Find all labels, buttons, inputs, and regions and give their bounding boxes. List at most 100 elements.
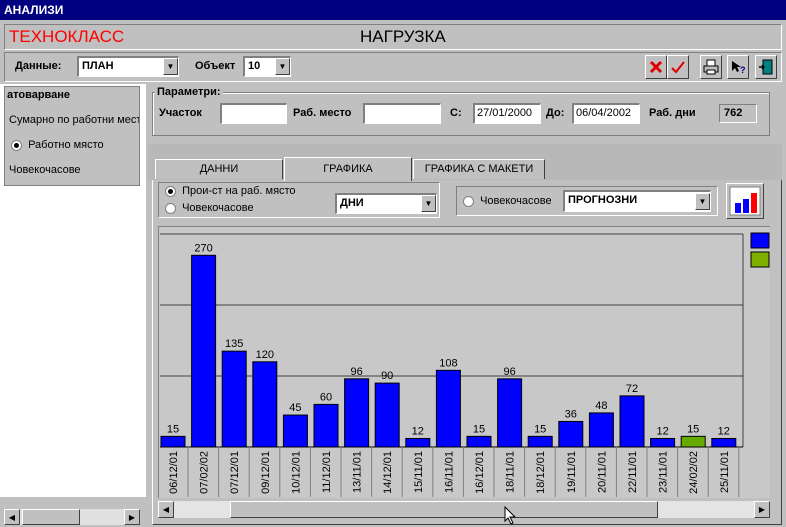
help-button[interactable]: ? bbox=[727, 55, 749, 79]
chart-type-button[interactable] bbox=[726, 183, 764, 219]
radio-forecast-manhours[interactable]: Човекочасове bbox=[463, 195, 552, 207]
category-label: 07/02/02 bbox=[199, 451, 211, 494]
chart-bar bbox=[435, 369, 461, 448]
radio-production[interactable]: Прои-ст на раб. място bbox=[165, 185, 296, 197]
bar-value-label: 12 bbox=[718, 425, 730, 437]
bar-value-label: 15 bbox=[687, 423, 699, 435]
tab-chart-label: ГРАФИКА bbox=[323, 163, 373, 175]
forecast-select-arrow[interactable]: ▼ bbox=[695, 193, 710, 210]
printer-icon bbox=[703, 59, 719, 75]
category-label: 10/12/01 bbox=[290, 451, 302, 494]
radio-production-dot[interactable] bbox=[165, 185, 176, 197]
chart-h-scrollbar[interactable]: ◀ ▶ bbox=[158, 501, 770, 518]
bar-value-label: 72 bbox=[626, 383, 638, 395]
window-title: АНАЛИЗИ bbox=[4, 3, 64, 17]
period-select-value: ДНИ bbox=[340, 197, 364, 209]
left-scroll-right[interactable]: ▶ bbox=[124, 509, 140, 525]
category-label: 11/12/01 bbox=[321, 451, 333, 493]
toolbar: Данные: ПЛАН ▼ Объект 10 ▼ ? bbox=[4, 52, 782, 82]
category-label: 24/02/02 bbox=[688, 451, 700, 494]
bar-value-label: 15 bbox=[167, 423, 179, 435]
object-label: Объект bbox=[195, 60, 236, 72]
chart-controls-right: Човекочасове ПРОГНОЗНИ ▼ bbox=[456, 186, 718, 216]
left-options-group: атоварване Сумарно по работни мест Работ… bbox=[4, 86, 140, 186]
chart-bar bbox=[282, 414, 308, 448]
help-icon: ? bbox=[732, 61, 746, 75]
left-group-title: атоварване bbox=[7, 89, 71, 101]
data-select[interactable]: ПЛАН ▼ bbox=[77, 56, 179, 77]
object-select[interactable]: 10 ▼ bbox=[243, 56, 291, 77]
left-option-summary[interactable]: Сумарно по работни мест bbox=[9, 114, 139, 126]
radio-manhours[interactable]: Човекочасове bbox=[165, 202, 254, 214]
radio-manhours-dot[interactable] bbox=[165, 202, 176, 214]
svg-text:?: ? bbox=[740, 65, 746, 75]
exit-button[interactable] bbox=[755, 55, 777, 79]
chart-area: 15 06/12/01 270 07/02/02 135 07/12/01 120 09/12… bbox=[158, 226, 770, 498]
forecast-select-value: ПРОГНОЗНИ bbox=[568, 194, 638, 206]
chart-bar bbox=[619, 395, 645, 448]
bar-value-label: 96 bbox=[503, 366, 515, 378]
workdays-display: 762 bbox=[719, 104, 757, 123]
workdays-label: Раб. дни bbox=[649, 107, 696, 119]
to-date-input[interactable]: 06/04/2002 bbox=[572, 103, 640, 124]
page-title: НАГРУЗКА bbox=[360, 27, 446, 46]
bar-value-label: 135 bbox=[225, 338, 243, 350]
chart-bar bbox=[313, 403, 339, 448]
workplace-input[interactable] bbox=[363, 103, 441, 124]
tab-chart-models[interactable]: ГРАФИКА С МАКЕТИ bbox=[413, 159, 545, 179]
confirm-button[interactable] bbox=[667, 55, 689, 79]
left-panel: атоварване Сумарно по работни мест Работ… bbox=[0, 84, 146, 525]
chart-bar bbox=[344, 378, 370, 448]
to-label: До: bbox=[546, 107, 565, 119]
bar-value-label: 108 bbox=[439, 357, 457, 369]
period-select-arrow[interactable]: ▼ bbox=[421, 195, 436, 212]
category-label: 06/12/01 bbox=[168, 451, 180, 494]
from-date-value: 27/01/2000 bbox=[477, 107, 533, 119]
bar-value-label: 96 bbox=[350, 366, 362, 378]
workplace-radio[interactable] bbox=[11, 139, 22, 151]
bar-value-label: 120 bbox=[256, 349, 274, 361]
data-select-value: ПЛАН bbox=[82, 60, 114, 72]
data-label: Данные: bbox=[15, 60, 62, 72]
bar-value-label: 60 bbox=[320, 391, 332, 403]
legend-swatch bbox=[750, 232, 770, 249]
left-option-workplace-label: Работно място bbox=[28, 139, 104, 151]
bar-value-label: 90 bbox=[381, 370, 393, 382]
category-label: 13/11/01 bbox=[352, 451, 364, 493]
print-button[interactable] bbox=[700, 55, 722, 79]
radio-forecast-manhours-dot[interactable] bbox=[463, 195, 474, 207]
header-bar: ТЕХНОКЛАСС НАГРУЗКА bbox=[4, 24, 782, 50]
forecast-select[interactable]: ПРОГНОЗНИ ▼ bbox=[563, 190, 711, 212]
chart-bar bbox=[466, 435, 492, 448]
left-option-workplace[interactable]: Работно място bbox=[11, 139, 104, 151]
bar-value-label: 48 bbox=[595, 400, 607, 412]
chart-scroll-left[interactable]: ◀ bbox=[158, 501, 174, 518]
chart-bar bbox=[405, 437, 431, 448]
chart-bar bbox=[680, 435, 706, 448]
workdays-value: 762 bbox=[724, 107, 743, 119]
chart-scroll-thumb[interactable] bbox=[230, 501, 658, 518]
from-date-input[interactable]: 27/01/2000 bbox=[473, 103, 541, 124]
left-scroll-thumb[interactable] bbox=[22, 509, 80, 525]
chart-bar bbox=[252, 361, 278, 448]
chart-scroll-right[interactable]: ▶ bbox=[754, 501, 770, 518]
left-option-manhours[interactable]: Човекочасове bbox=[9, 164, 81, 176]
tab-chart[interactable]: ГРАФИКА bbox=[284, 157, 412, 181]
cancel-button[interactable] bbox=[645, 55, 667, 79]
category-label: 16/12/01 bbox=[474, 451, 486, 494]
period-select[interactable]: ДНИ ▼ bbox=[335, 193, 437, 214]
left-h-scrollbar[interactable]: ◀ ▶ bbox=[4, 509, 140, 525]
bar-value-label: 45 bbox=[289, 402, 301, 414]
section-input[interactable] bbox=[220, 103, 287, 124]
close-icon bbox=[649, 60, 663, 74]
tab-data[interactable]: ДАННИ bbox=[155, 159, 283, 179]
legend-swatch bbox=[750, 251, 770, 268]
data-select-arrow[interactable]: ▼ bbox=[163, 58, 178, 75]
left-scroll-left[interactable]: ◀ bbox=[4, 509, 20, 525]
category-label: 18/12/01 bbox=[535, 451, 547, 494]
object-select-arrow[interactable]: ▼ bbox=[275, 58, 290, 75]
chart-bar bbox=[650, 437, 676, 448]
category-label: 15/11/01 bbox=[413, 451, 425, 493]
chart-bar bbox=[221, 350, 247, 448]
from-label: С: bbox=[450, 107, 462, 119]
